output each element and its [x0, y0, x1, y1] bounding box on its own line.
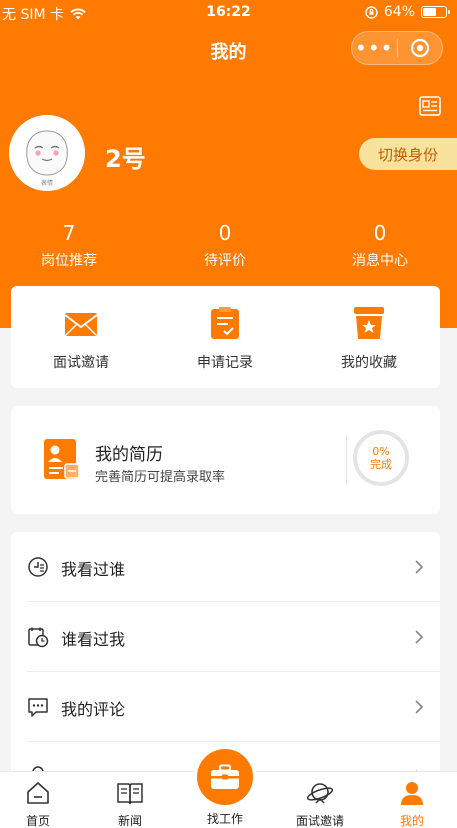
stat-label: 岗位推荐 [41, 253, 97, 269]
tab-news[interactable]: 新闻 [90, 778, 170, 828]
menu-item-who-viewed-me[interactable]: 谁看过我 [11, 602, 440, 672]
status-right: 64% [365, 4, 450, 20]
stat-job-recommend[interactable]: 7 岗位推荐 [19, 222, 119, 270]
quick-link-interview[interactable]: 面试邀请 [21, 304, 141, 372]
tab-interview[interactable]: 面试邀请 [280, 778, 360, 828]
resume-subtitle: 完善简历可提高录取率 [95, 470, 226, 485]
quick-link-applications[interactable]: 申请记录 [165, 304, 285, 372]
battery-fill [423, 8, 436, 16]
resume-progress-status: 完成 [370, 458, 392, 471]
home-icon [0, 778, 78, 808]
star-box-icon [309, 304, 429, 342]
stat-value: 0 [218, 221, 232, 245]
menu-item-label: 我看过谁 [61, 560, 126, 579]
tab-label: 新闻 [117, 814, 142, 828]
calendar-clock-icon [27, 626, 49, 652]
tab-label: 我的 [399, 814, 424, 828]
resume-title: 我的简历 [95, 445, 163, 465]
avatar-caption: 表情 [41, 179, 53, 187]
tab-label: 面试邀请 [295, 814, 344, 828]
target-icon[interactable] [398, 38, 443, 58]
resume-divider [346, 434, 347, 486]
avatar[interactable]: 表情 [9, 115, 85, 191]
battery-icon [421, 6, 450, 18]
tab-find-job-label[interactable]: 找工作 [185, 810, 265, 827]
menu-item-my-comments[interactable]: 我的评论 [11, 672, 440, 742]
chevron-right-icon [414, 629, 424, 649]
quick-link-label: 申请记录 [197, 355, 253, 371]
stat-message-center[interactable]: 0 消息中心 [330, 222, 430, 270]
user-name: 2号 [105, 145, 146, 173]
menu-item-who-i-viewed[interactable]: 我看过谁 [11, 532, 440, 602]
id-card-icon[interactable] [419, 96, 441, 120]
menu-item-label: 谁看过我 [61, 630, 126, 649]
resume-progress-ring: 0% 完成 [353, 430, 409, 486]
quick-link-favorites[interactable]: 我的收藏 [309, 304, 429, 372]
stat-pending-review[interactable]: 0 待评价 [175, 222, 275, 270]
clock-list-icon [27, 556, 49, 582]
quick-link-label: 我的收藏 [341, 355, 397, 371]
person-icon [372, 778, 452, 808]
mini-program-capsule: ••• [351, 31, 443, 65]
quick-links-card: 面试邀请 申请记录 我的收藏 [11, 286, 440, 388]
briefcase-icon [211, 764, 239, 789]
status-bar: 无 SIM 卡 16:22 64% [0, 0, 457, 26]
stat-value: 0 [373, 221, 387, 245]
tab-home[interactable]: 首页 [0, 778, 78, 828]
switch-identity-button[interactable]: 切换身份 [359, 138, 457, 170]
planet-icon [280, 778, 360, 808]
avatar-image: 表情 [9, 115, 85, 191]
chevron-right-icon [414, 699, 424, 719]
orientation-lock-icon [365, 5, 378, 19]
newspaper-icon [90, 778, 170, 808]
find-job-button[interactable] [197, 749, 253, 805]
envelope-icon [21, 304, 141, 342]
stat-value: 7 [62, 221, 76, 245]
tab-mine[interactable]: 我的 [372, 778, 452, 828]
chevron-right-icon [414, 559, 424, 579]
resume-card[interactable]: 我的简历 完善简历可提高录取率 0% 完成 [11, 406, 440, 514]
more-dots-icon[interactable]: ••• [352, 38, 397, 58]
clipboard-check-icon [165, 304, 285, 342]
stat-label: 消息中心 [352, 253, 408, 269]
quick-link-label: 面试邀请 [53, 355, 109, 371]
stat-label: 待评价 [204, 253, 246, 269]
battery-percent: 64% [383, 4, 415, 20]
resume-progress-percent: 0% [372, 445, 390, 458]
tab-label: 首页 [25, 814, 50, 828]
comment-icon [27, 696, 49, 722]
menu-item-label: 我的评论 [61, 700, 126, 719]
resume-icon [43, 438, 81, 484]
